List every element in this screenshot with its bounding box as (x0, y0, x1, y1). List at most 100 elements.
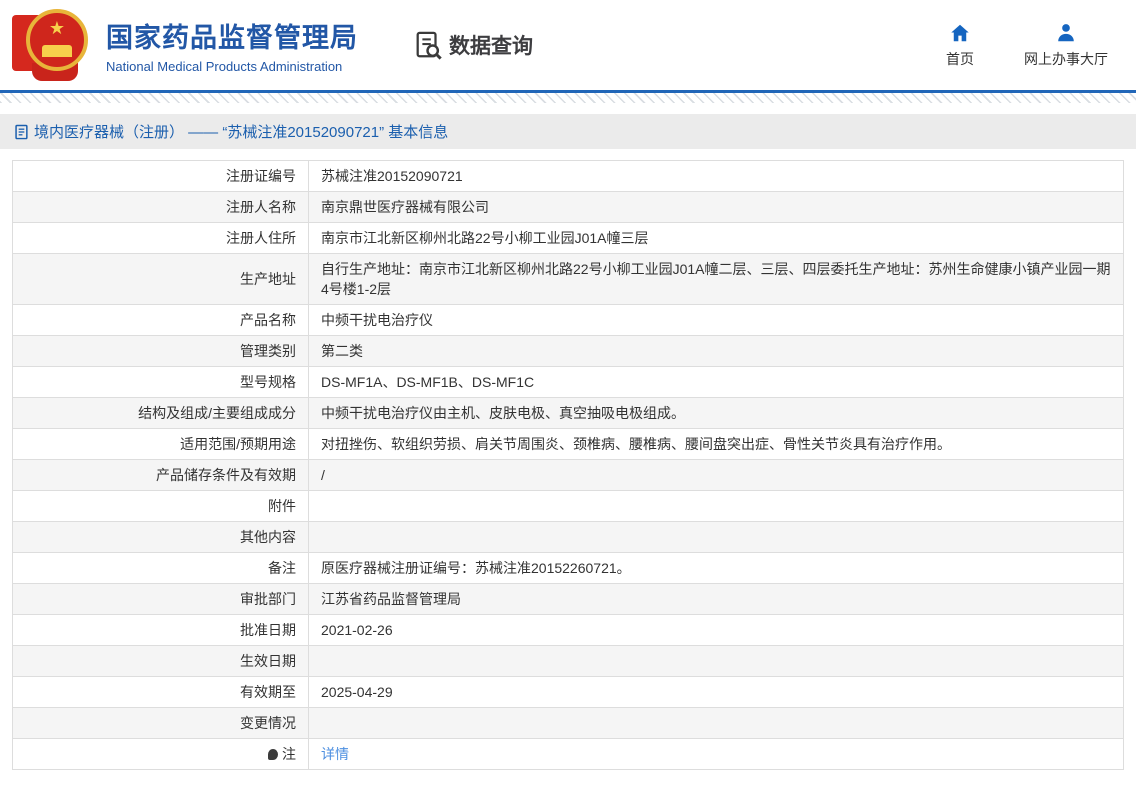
row-label-text: 产品储存条件及有效期 (156, 467, 296, 483)
user-icon (1055, 22, 1077, 44)
row-label: 生产地址 (13, 254, 309, 305)
table-row: 批准日期 2021-02-26 (13, 615, 1124, 646)
row-label: 变更情况 (13, 708, 309, 739)
info-table: 注册证编号 苏械注准20152090721 注册人名称 南京鼎世医疗器械有限公司… (12, 160, 1124, 770)
row-value (309, 522, 1124, 553)
table-row: 产品名称 中频干扰电治疗仪 (13, 305, 1124, 336)
row-value: 中频干扰电治疗仪由主机、皮肤电极、真空抽吸电极组成。 (309, 398, 1124, 429)
note-icon (268, 749, 278, 760)
row-label: 产品储存条件及有效期 (13, 460, 309, 491)
row-label-text: 附件 (268, 498, 296, 514)
table-row: 产品储存条件及有效期 / (13, 460, 1124, 491)
document-search-icon (413, 30, 443, 60)
breadcrumb: 境内医疗器械（注册） —— “苏械注准20152090721” 基本信息 (0, 114, 1136, 149)
row-label-text: 备注 (268, 560, 296, 576)
row-label-text: 产品名称 (240, 312, 296, 328)
row-label-text: 注册证编号 (226, 168, 296, 184)
row-value: 对扭挫伤、软组织劳损、肩关节周围炎、颈椎病、腰椎病、腰间盘突出症、骨性关节炎具有… (309, 429, 1124, 460)
table-row: 型号规格 DS-MF1A、DS-MF1B、DS-MF1C (13, 367, 1124, 398)
row-label-text: 生效日期 (240, 653, 296, 669)
table-row: 管理类别 第二类 (13, 336, 1124, 367)
data-query-label: 数据查询 (449, 30, 533, 60)
row-label-text: 结构及组成/主要组成成分 (138, 405, 296, 421)
row-label-text: 其他内容 (240, 529, 296, 545)
table-row: 结构及组成/主要组成成分 中频干扰电治疗仪由主机、皮肤电极、真空抽吸电极组成。 (13, 398, 1124, 429)
table-row: 变更情况 (13, 708, 1124, 739)
org-name-en: National Medical Products Administration (106, 59, 358, 74)
table-row: 注 详情 (13, 739, 1124, 770)
row-value: 苏械注准20152090721 (309, 161, 1124, 192)
nav-home[interactable]: 首页 (940, 22, 980, 69)
row-value (309, 708, 1124, 739)
row-value: / (309, 460, 1124, 491)
nav-home-label: 首页 (946, 49, 974, 69)
top-nav: 首页 网上办事大厅 (940, 22, 1108, 69)
row-value: 南京鼎世医疗器械有限公司 (309, 192, 1124, 223)
table-row: 注册证编号 苏械注准20152090721 (13, 161, 1124, 192)
org-name-cn: 国家药品监督管理局 (106, 16, 358, 55)
emblem-disc: ★ (26, 9, 88, 71)
table-row: 注册人名称 南京鼎世医疗器械有限公司 (13, 192, 1124, 223)
table-row: 附件 (13, 491, 1124, 522)
data-query-link[interactable]: 数据查询 (413, 30, 533, 60)
row-label: 适用范围/预期用途 (13, 429, 309, 460)
row-label-text: 注册人住所 (226, 230, 296, 246)
row-label-text: 变更情况 (240, 715, 296, 731)
row-value (309, 491, 1124, 522)
nav-service-hall[interactable]: 网上办事大厅 (1024, 22, 1108, 69)
page: ★ 国家药品监督管理局 National Medical Products Ad… (0, 0, 1136, 770)
row-label: 注 (13, 739, 309, 770)
row-value: 2025-04-29 (309, 677, 1124, 708)
row-value: 原医疗器械注册证编号：苏械注准20152260721。 (309, 553, 1124, 584)
table-row: 适用范围/预期用途 对扭挫伤、软组织劳损、肩关节周围炎、颈椎病、腰椎病、腰间盘突… (13, 429, 1124, 460)
row-label: 附件 (13, 491, 309, 522)
row-label: 其他内容 (13, 522, 309, 553)
detail-link[interactable]: 详情 (321, 746, 349, 762)
gate-shape (42, 45, 72, 57)
star-icon: ★ (49, 19, 65, 37)
document-icon (14, 124, 29, 140)
row-label: 生效日期 (13, 646, 309, 677)
nav-service-hall-label: 网上办事大厅 (1024, 49, 1108, 69)
row-value: 2021-02-26 (309, 615, 1124, 646)
row-label-text: 适用范围/预期用途 (180, 436, 296, 452)
site-header: ★ 国家药品监督管理局 National Medical Products Ad… (0, 0, 1136, 93)
row-label: 注册人住所 (13, 223, 309, 254)
breadcrumb-text: 境内医疗器械（注册） —— “苏械注准20152090721” 基本信息 (34, 121, 448, 142)
brand-text: 国家药品监督管理局 National Medical Products Admi… (106, 16, 358, 74)
row-label: 注册人名称 (13, 192, 309, 223)
national-emblem-logo: ★ (12, 9, 94, 81)
table-row: 注册人住所 南京市江北新区柳州北路22号小柳工业园J01A幢三层 (13, 223, 1124, 254)
table-row: 有效期至 2025-04-29 (13, 677, 1124, 708)
row-label: 型号规格 (13, 367, 309, 398)
row-label: 审批部门 (13, 584, 309, 615)
table-row: 生产地址 自行生产地址：南京市江北新区柳州北路22号小柳工业园J01A幢二层、三… (13, 254, 1124, 305)
table-row: 生效日期 (13, 646, 1124, 677)
row-label-text: 生产地址 (240, 271, 296, 287)
row-label: 结构及组成/主要组成成分 (13, 398, 309, 429)
row-value: 自行生产地址：南京市江北新区柳州北路22号小柳工业园J01A幢二层、三层、四层委… (309, 254, 1124, 305)
row-label-text: 管理类别 (240, 343, 296, 359)
row-label: 批准日期 (13, 615, 309, 646)
row-value: 第二类 (309, 336, 1124, 367)
row-label: 产品名称 (13, 305, 309, 336)
row-label-text: 注册人名称 (226, 199, 296, 215)
row-label: 管理类别 (13, 336, 309, 367)
row-value: DS-MF1A、DS-MF1B、DS-MF1C (309, 367, 1124, 398)
home-icon (949, 22, 971, 44)
row-label-text: 有效期至 (240, 684, 296, 700)
site-logo-link[interactable]: ★ 国家药品监督管理局 National Medical Products Ad… (12, 9, 358, 81)
row-value (309, 646, 1124, 677)
table-row: 备注 原医疗器械注册证编号：苏械注准20152260721。 (13, 553, 1124, 584)
row-label-text: 注 (282, 746, 296, 762)
stripe-divider (0, 93, 1136, 103)
row-label-text: 型号规格 (240, 374, 296, 390)
row-value: 详情 (309, 739, 1124, 770)
row-label-text: 审批部门 (240, 591, 296, 607)
row-value: 南京市江北新区柳州北路22号小柳工业园J01A幢三层 (309, 223, 1124, 254)
table-row: 其他内容 (13, 522, 1124, 553)
row-value: 江苏省药品监督管理局 (309, 584, 1124, 615)
row-label: 注册证编号 (13, 161, 309, 192)
row-label: 备注 (13, 553, 309, 584)
info-table-body: 注册证编号 苏械注准20152090721 注册人名称 南京鼎世医疗器械有限公司… (13, 161, 1124, 770)
